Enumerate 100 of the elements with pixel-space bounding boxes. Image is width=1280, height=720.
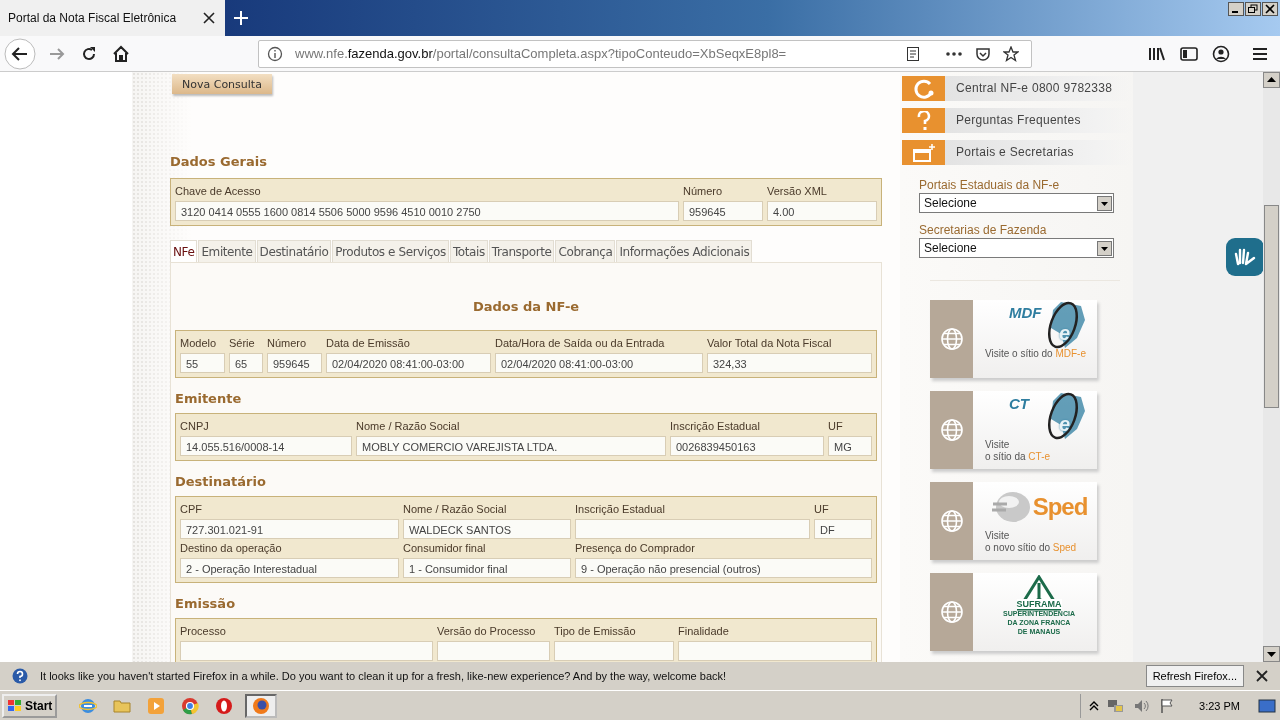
tab[interactable]: Produtos e Serviços [332, 240, 449, 262]
new-tab-icon[interactable] [233, 10, 249, 26]
link-icon-tile[interactable] [902, 108, 945, 133]
logo-text: e [1059, 413, 1071, 436]
value-field: 14.055.516/0008-14 [180, 436, 352, 456]
value-field: 727.301.021-91 [180, 519, 399, 539]
tab[interactable]: NFe [170, 240, 198, 262]
network-icon[interactable] [1107, 697, 1126, 714]
logo-text: MDF [1009, 304, 1042, 321]
dropdown[interactable]: Selecione [919, 238, 1114, 258]
field-label: Série [229, 336, 256, 351]
field-label: CPF [180, 502, 203, 517]
value-field: 1 - Consumidor final [403, 558, 571, 578]
field-label: Processo [180, 624, 227, 639]
close-icon[interactable] [1256, 670, 1268, 682]
browser-tab[interactable]: Portal da Nota Fiscal Eletrônica [0, 0, 225, 36]
caret-up-icon[interactable] [1089, 699, 1100, 712]
value-field: 9 - Operação não presencial (outros) [575, 558, 872, 578]
field-label: UF [814, 502, 830, 517]
library-icon[interactable] [1148, 45, 1166, 62]
refresh-firefox-button[interactable]: Refresh Firefox... [1145, 665, 1244, 687]
bookmark-star-icon[interactable] [1003, 45, 1019, 62]
tab[interactable]: Destinatário [256, 240, 332, 262]
sidebar-icon[interactable] [1180, 45, 1198, 62]
field-label: Data de Emissão [326, 336, 411, 351]
value-field: 959645 [267, 353, 322, 373]
value-field: 02/04/2020 08:41:00-03:00 [495, 353, 703, 373]
tab[interactable]: Informações Adicionais [616, 240, 753, 262]
close-icon[interactable] [1262, 2, 1278, 16]
tab[interactable]: Emitente [198, 240, 256, 262]
globe-icon [939, 509, 964, 533]
sign-language-icon[interactable] [1226, 238, 1264, 276]
banner-caption: Visite o novo sítio do Sped [985, 530, 1077, 554]
show-desktop-icon[interactable] [1258, 697, 1276, 714]
logo-text: SUFRAMA [1016, 599, 1062, 609]
field-label: Finalidade [678, 624, 730, 639]
refresh-circle-icon [911, 77, 936, 100]
panel-title: Dados da NF-e [471, 298, 581, 316]
flag-icon[interactable] [1159, 697, 1176, 714]
field-label: Inscrição Estadual [575, 502, 666, 517]
field-label: Chave de Acesso [175, 184, 262, 199]
scroll-thumb[interactable] [1264, 205, 1279, 408]
tab-title: Portal da Nota Fiscal Eletrônica [8, 11, 178, 25]
globe-icon [939, 327, 964, 351]
close-icon[interactable] [203, 12, 215, 24]
logo-text: Sped [1032, 493, 1088, 521]
minimize-icon[interactable] [1228, 2, 1244, 16]
field-label: Presença do Comprador [575, 541, 696, 556]
section-heading: Emissão [175, 595, 237, 613]
dropdown[interactable]: Selecione [919, 193, 1114, 213]
menu-icon[interactable] [1252, 45, 1268, 62]
back-icon[interactable] [4, 37, 36, 70]
logo-text: CT [1009, 395, 1029, 412]
scroll-down-icon[interactable] [1263, 646, 1280, 662]
new-query-button[interactable]: Nova Consulta [172, 74, 272, 94]
window-plus-icon [911, 142, 936, 163]
field-label: Consumidor final [403, 541, 487, 556]
notification-message: It looks like you haven't started Firefox in a while. Do you want to clean it up for a fresh, like-new experience? And by the way, welcome back! [40, 670, 727, 682]
link-icon-tile[interactable] [902, 76, 945, 101]
value-field: 324,33 [707, 353, 872, 373]
value-field: 3120 0414 0555 1600 0814 5506 5000 9596 4510 0010 2750 [175, 201, 679, 221]
pocket-icon[interactable] [975, 45, 991, 62]
tab[interactable]: Totais [449, 240, 488, 262]
sphere-logo-icon [990, 490, 1031, 524]
globe-icon [939, 418, 964, 442]
field-label: Nome / Razão Social [356, 419, 461, 434]
info-icon[interactable] [267, 45, 283, 62]
tab[interactable]: Transporte [488, 240, 555, 262]
scroll-up-icon[interactable] [1263, 72, 1280, 88]
reload-icon[interactable] [80, 44, 98, 63]
value-field: DF [814, 519, 872, 539]
section-heading: Emitente [175, 390, 243, 408]
value-field: 02/04/2020 08:41:00-03:00 [326, 353, 491, 373]
help-icon [12, 668, 28, 684]
address-bar[interactable]: www.nfe.fazenda.gov.br/portal/consultaCompleta.aspx?tipoConteudo=XbSeqxE8pl8= [258, 39, 1032, 68]
value-field: MG [828, 436, 872, 456]
field-label: Tipo de Emissão [554, 624, 637, 639]
section-heading: Dados Gerais [170, 153, 268, 171]
reader-icon[interactable] [905, 45, 921, 62]
section-heading: Destinatário [175, 473, 267, 491]
field-label: Data/Hora de Saída ou da Entrada [495, 336, 666, 351]
value-field: 959645 [683, 201, 763, 221]
field-label: Destino da operação [180, 541, 283, 556]
taskbar-app[interactable] [245, 693, 278, 718]
help-icon [916, 110, 931, 131]
account-icon[interactable] [1212, 44, 1230, 63]
start-button[interactable]: Start [2, 693, 58, 718]
banner-caption: Visite o sítio da CT-e [985, 439, 1051, 463]
tab[interactable]: Cobrança [555, 240, 616, 262]
value-field: 65 [229, 353, 263, 373]
globe-icon [939, 600, 964, 624]
home-icon[interactable] [112, 44, 130, 63]
field-label: Modelo [180, 336, 218, 351]
field-label: Versão XML [767, 184, 828, 199]
chrome-icon [181, 696, 200, 715]
link-icon-tile[interactable] [902, 140, 945, 165]
media-player-icon [147, 696, 166, 715]
value-field: 55 [180, 353, 225, 373]
restore-icon[interactable] [1245, 2, 1261, 16]
value-field: WALDECK SANTOS [403, 519, 571, 539]
